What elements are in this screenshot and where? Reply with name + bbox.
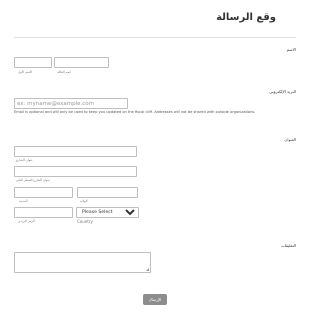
email-note: Email is optional and will only be used … [14, 110, 256, 114]
comments-label: التعليقات [280, 243, 296, 248]
country-sublabel: Country [77, 219, 93, 224]
city-input[interactable] [14, 187, 73, 198]
street-address-sublabel: عنوان الشارع [16, 158, 33, 162]
postal-code-sublabel: الرمز البريدي [18, 219, 35, 223]
first-name-sublabel: الاسم الأول [18, 70, 33, 74]
submit-button[interactable]: الإرسال [143, 294, 167, 305]
street-address-input[interactable] [14, 146, 137, 157]
resize-handle-icon[interactable] [146, 268, 149, 271]
form-title: وقع الرسالة [216, 12, 276, 23]
first-name-input[interactable] [14, 57, 52, 68]
state-sublabel: الولاية [80, 199, 88, 203]
comments-textarea[interactable] [14, 252, 151, 273]
street-address-line2-sublabel: عنوان الشارع السطر الثاني [16, 178, 51, 182]
state-input[interactable] [77, 187, 138, 198]
last-name-sublabel: اسم العائلة [57, 70, 71, 74]
city-sublabel: المدينة [19, 199, 28, 203]
last-name-input[interactable] [54, 57, 109, 68]
name-label: الاسم [286, 47, 296, 52]
street-address-line2-input[interactable] [14, 166, 137, 177]
address-label: العنوان [284, 137, 296, 142]
email-label: البريد الإلكتروني [269, 89, 296, 94]
email-input[interactable] [14, 98, 128, 109]
title-divider [14, 37, 296, 38]
country-select[interactable]: Please Select [76, 207, 139, 218]
postal-code-input[interactable] [14, 207, 73, 218]
